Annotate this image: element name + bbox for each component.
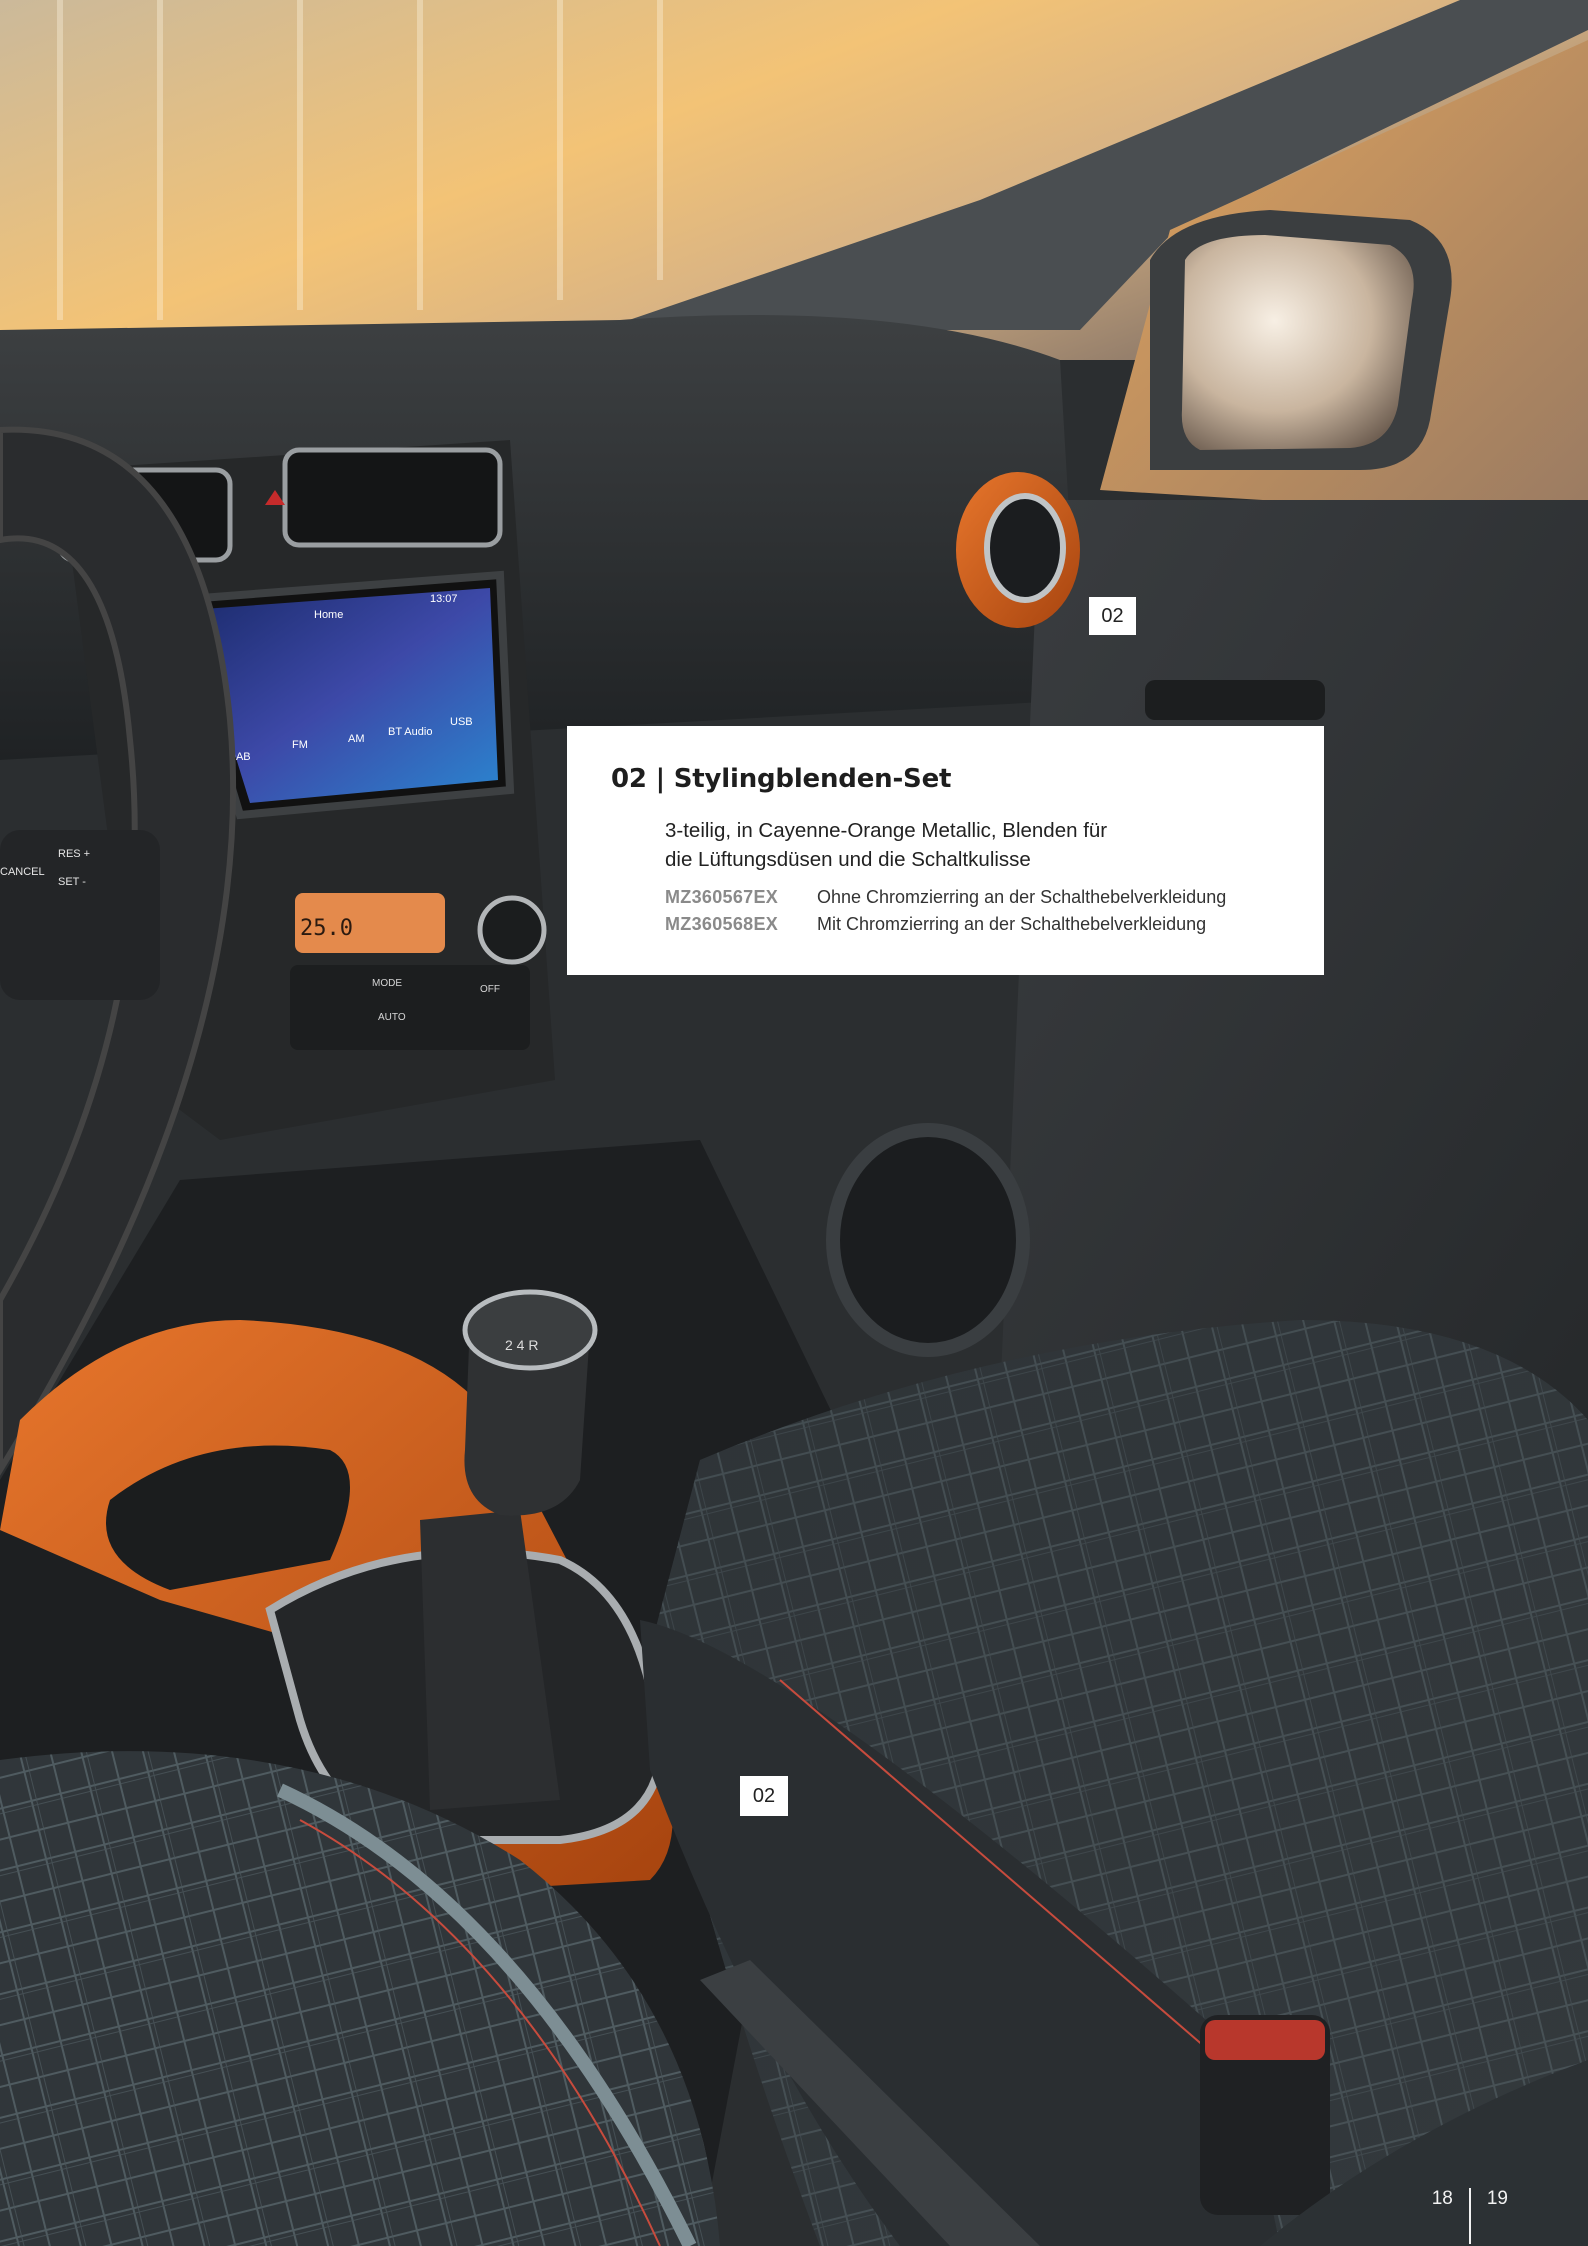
svg-text:USB: USB [450, 716, 473, 728]
page-number-left: 18 [1431, 2188, 1453, 2209]
part-label: Ohne Chromzierring an der Schalthebelver… [817, 887, 1227, 907]
car-interior-photo: Home 13:07 DABFM AM BT AudioUSB 25.0 MODE… [0, 0, 1588, 2246]
display-home-label: Home [314, 609, 343, 621]
part-number: MZ360567EX [665, 887, 779, 907]
svg-text:FM: FM [292, 739, 308, 751]
callout-label-vent: 02 [1089, 597, 1136, 635]
product-description: 3-teilig, in Cayenne-Orange Metallic, Bl… [665, 816, 1280, 874]
page-numbers: 18 19 [1432, 2188, 1508, 2246]
svg-text:BT Audio: BT Audio [388, 726, 432, 738]
callout-label-gear: 02 [740, 1776, 788, 1816]
part-number: MZ360568EX [665, 914, 779, 934]
description-line: die Lüftungsdüsen und die Schaltkulisse [665, 848, 1031, 871]
display-clock: 13:07 [430, 593, 458, 605]
svg-text:2 4 R: 2 4 R [505, 1337, 538, 1353]
svg-text:CANCEL: CANCEL [0, 866, 45, 878]
part-row: MZ360568EX Mit Chromzierring an der Scha… [665, 911, 1280, 938]
description-line: 3-teilig, in Cayenne-Orange Metallic, Bl… [665, 819, 1108, 842]
svg-text:SET -: SET - [58, 876, 86, 888]
product-info-box: 02 | Stylingblenden-Set 3-teilig, in Cay… [567, 726, 1324, 975]
svg-text:AM: AM [348, 733, 365, 745]
page-divider [1468, 2188, 1471, 2244]
svg-text:OFF: OFF [480, 984, 500, 995]
page-number-right: 19 [1486, 2188, 1508, 2209]
svg-text:RES +: RES + [58, 848, 90, 860]
climate-temp: 25.0 [300, 916, 353, 941]
part-label: Mit Chromzierring an der Schalthebelverk… [817, 914, 1207, 934]
product-title: 02 | Stylingblenden-Set [611, 764, 952, 794]
part-row: MZ360567EX Ohne Chromzierring an der Sch… [665, 884, 1280, 911]
svg-text:AUTO: AUTO [378, 1012, 406, 1023]
svg-text:MODE: MODE [372, 978, 402, 989]
